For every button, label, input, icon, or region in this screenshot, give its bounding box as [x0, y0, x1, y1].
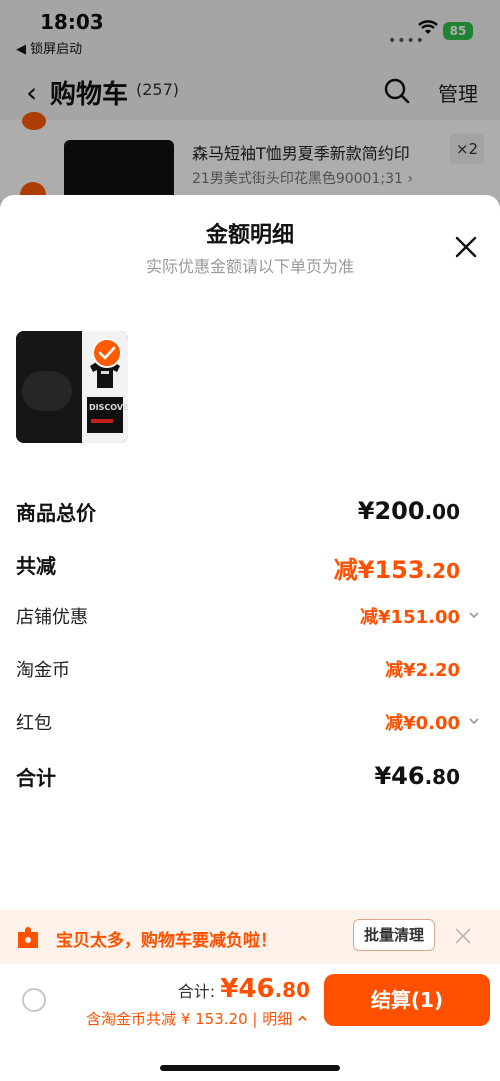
amount-integer: 153 [374, 556, 425, 584]
total-reduce-label: 共减 [16, 554, 56, 578]
amount-decimal: .20 [424, 559, 460, 583]
chevron-down-icon[interactable] [468, 715, 480, 727]
currency-symbol: ¥ [357, 497, 375, 525]
print-stripe [91, 419, 113, 423]
checkout-total: 合计: ¥46.80 [178, 974, 310, 1004]
fabric-closeup [16, 331, 82, 443]
checkout-bar: 合计: ¥46.80 含淘金币共减 ¥ 153.20 | 明细 结算(1) [0, 964, 500, 1081]
shop-discount-label: 店铺优惠 [16, 607, 88, 628]
checkout-button[interactable]: 结算(1) [324, 974, 490, 1026]
chevron-up-icon[interactable] [297, 1013, 308, 1024]
check-icon[interactable] [92, 338, 122, 368]
amount-decimal: .80 [424, 765, 460, 789]
batch-clean-button[interactable]: 批量清理 [353, 919, 435, 951]
sum-value: ¥46.80 [374, 762, 460, 790]
fabric-fold [22, 371, 72, 411]
detail-link[interactable]: 明细 [262, 1010, 292, 1028]
sum-label: 合计 [16, 766, 56, 790]
chevron-down-icon[interactable] [468, 609, 480, 621]
close-icon[interactable] [452, 233, 480, 261]
currency-symbol: ¥ [220, 974, 239, 1004]
cart-reduce-banner: 宝贝太多，购物车要减负啦！ 批量清理 [0, 910, 500, 964]
sheet-title: 金额明细 [205, 223, 294, 248]
discount-text: 含淘金币共减 ¥ 153.20 | [86, 1010, 263, 1028]
red-packet-label: 红包 [16, 713, 52, 734]
sheet-subtitle: 实际优惠金额请以下单页为准 [145, 257, 354, 276]
banner-text: 宝贝太多，购物车要减负啦！ [56, 931, 277, 951]
amount-decimal: .00 [424, 500, 460, 524]
checkmark [98, 346, 116, 360]
total-value: ¥46.80 [220, 974, 310, 1004]
taobao-coin-label: 淘金币 [16, 660, 70, 681]
product-image[interactable]: DISCOVE [16, 331, 128, 443]
select-all-checkbox[interactable] [22, 988, 46, 1012]
amount-integer: 200 [374, 497, 425, 525]
total-reduce-value: 减¥153.20 [334, 550, 460, 585]
goods-total-label: 商品总价 [16, 501, 96, 525]
amount-decimal: .80 [274, 978, 310, 1002]
puzzle-icon [18, 927, 38, 948]
shop-discount-value: 减¥151.00 [360, 607, 460, 628]
taobao-coin-value: 减¥2.20 [385, 660, 460, 681]
close-icon[interactable] [454, 927, 472, 945]
amount-integer: 46 [391, 762, 425, 790]
print-text: DISCOVE [89, 403, 128, 412]
red-packet-value: 减¥0.00 [385, 713, 460, 734]
reduce-prefix: 减¥ [333, 556, 375, 584]
total-label: 合计: [177, 982, 216, 1001]
print-detail-image: DISCOVE [87, 397, 128, 433]
amount-integer: 46 [238, 974, 275, 1004]
discount-summary[interactable]: 含淘金币共减 ¥ 153.20 | 明细 [86, 1008, 308, 1029]
goods-total-value: ¥200.00 [358, 497, 460, 525]
home-indicator [160, 1065, 340, 1071]
currency-symbol: ¥ [374, 762, 392, 790]
